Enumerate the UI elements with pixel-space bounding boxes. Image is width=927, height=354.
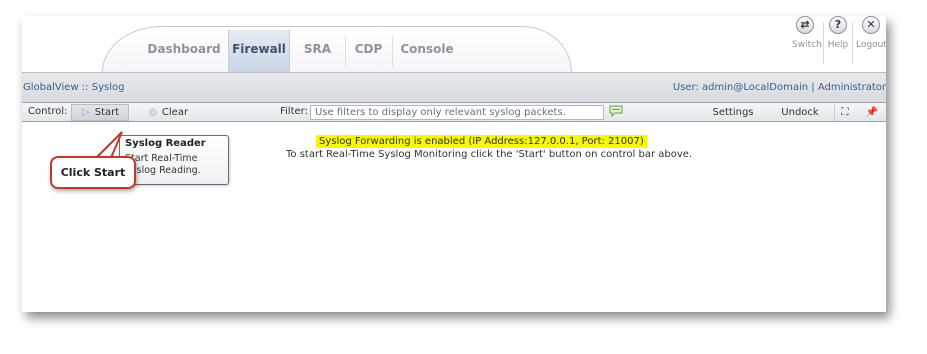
tab-firewall[interactable]: Firewall: [228, 30, 290, 72]
tab-sra[interactable]: SRA: [290, 30, 345, 72]
clear-icon: ◎: [148, 107, 158, 118]
expand-icon: ⛶: [841, 107, 849, 118]
start-button[interactable]: ▷ Start: [71, 104, 129, 121]
pin-button[interactable]: 📌: [862, 104, 882, 121]
settings-button[interactable]: Settings: [698, 104, 768, 121]
tab-console[interactable]: Console: [392, 30, 462, 72]
breadcrumb[interactable]: GlobalView :: Syslog: [23, 82, 124, 93]
help-label: Help: [827, 40, 849, 50]
switch-icon: ⇄: [796, 16, 814, 34]
tooltip-body: Start Real-Time Syslog Reading.: [125, 153, 201, 176]
filter-label: Filter:: [280, 106, 308, 117]
tooltip-title: Syslog Reader: [125, 138, 206, 149]
logout-label: Logout: [856, 40, 886, 50]
logout-button[interactable]: ✕ Logout: [856, 16, 886, 50]
filter-input[interactable]: [310, 105, 604, 120]
control-bar: Control: ▷Start ◎Clear Filter: Settings …: [22, 102, 886, 122]
help-button[interactable]: ? Help: [825, 16, 851, 50]
divider: [823, 22, 824, 64]
breadcrumb-bar: GlobalView :: Syslog User: admin@LocalDo…: [22, 72, 886, 102]
switch-label: Switch: [792, 40, 822, 50]
divider: [852, 22, 853, 64]
start-hint: To start Real-Time Syslog Monitoring cli…: [286, 149, 693, 160]
tab-cdp[interactable]: CDP: [345, 30, 392, 72]
control-label: Control:: [28, 106, 68, 117]
pin-icon: 📌: [865, 107, 879, 118]
switch-button[interactable]: ⇄ Switch: [792, 16, 822, 50]
help-icon: ?: [829, 16, 847, 34]
expand-button[interactable]: ⛶: [834, 104, 856, 121]
undock-button[interactable]: Undock: [768, 104, 832, 121]
top-navigation-bar: Dashboard Firewall SRA CDP Console ⇄ Swi…: [22, 16, 886, 72]
click-start-callout: Click Start: [50, 156, 136, 189]
syslog-window: Dashboard Firewall SRA CDP Console ⇄ Swi…: [22, 16, 886, 312]
user-info: User: admin@LocalDomain | Administrator: [672, 82, 886, 93]
tab-dashboard[interactable]: Dashboard: [140, 30, 228, 72]
logout-icon: ✕: [862, 16, 880, 34]
clear-label: Clear: [161, 107, 189, 118]
forwarding-status: Syslog Forwarding is enabled (IP Address…: [316, 135, 647, 148]
start-label: Start: [94, 107, 120, 118]
clear-button[interactable]: ◎ Clear: [138, 104, 198, 121]
filter-chat-icon[interactable]: [609, 105, 623, 117]
play-icon: ▷: [81, 107, 90, 118]
